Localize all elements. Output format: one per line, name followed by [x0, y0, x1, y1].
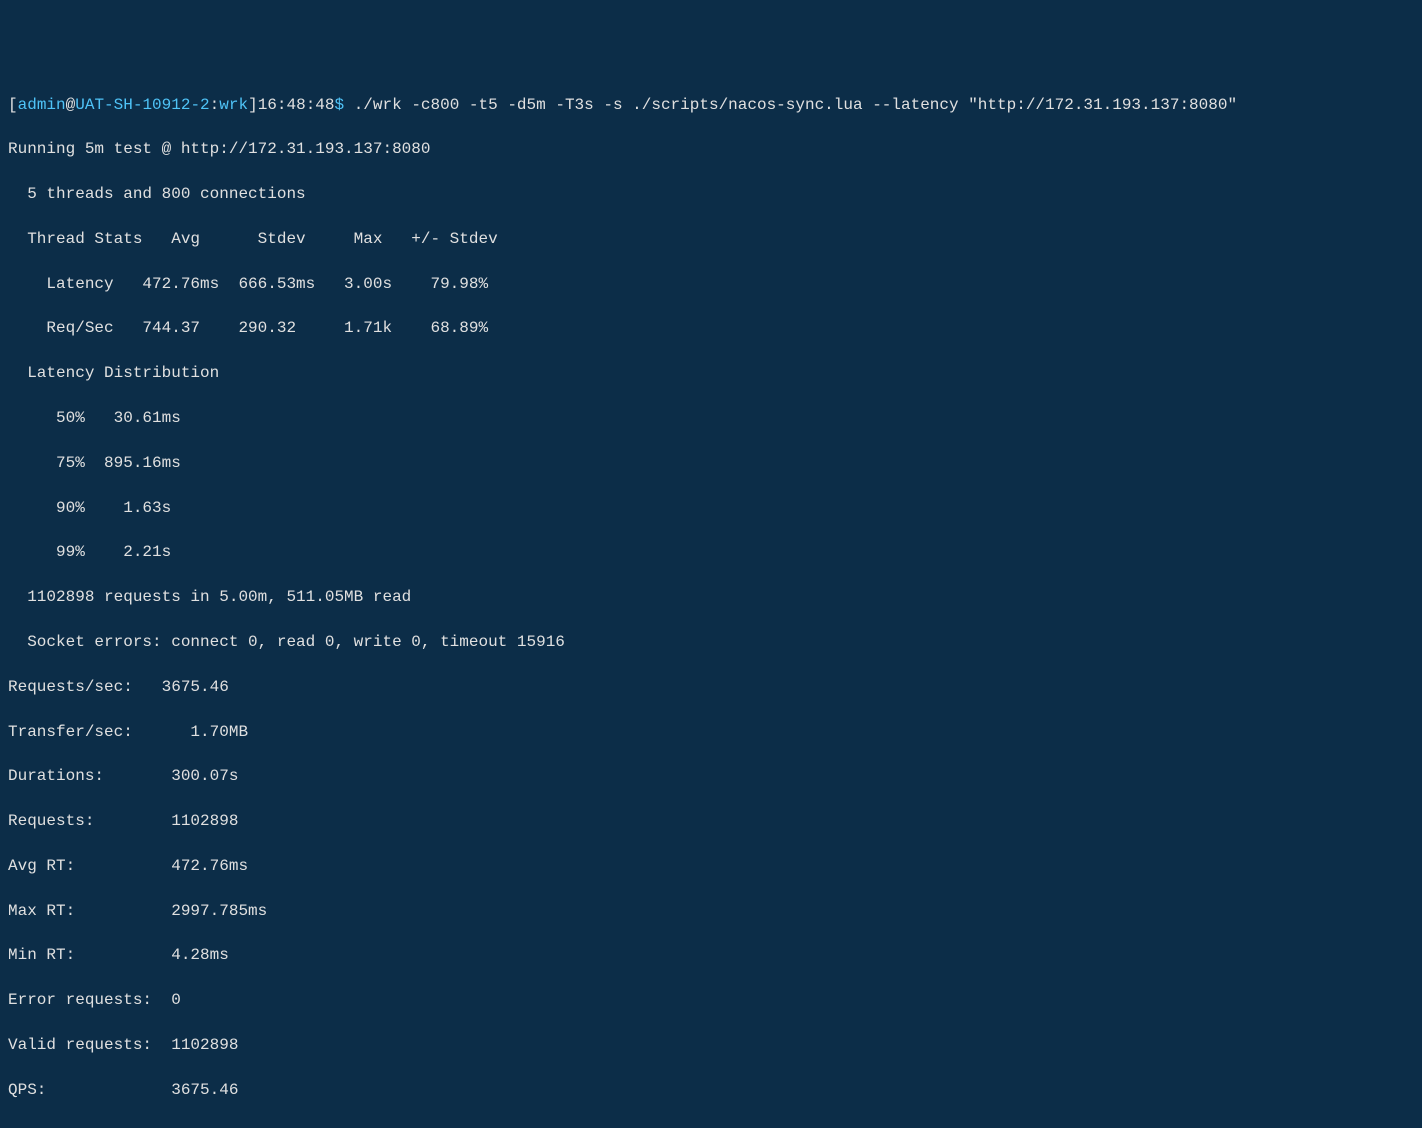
output-reqsec-row: Req/Sec 744.37 290.32 1.71k 68.89%: [8, 317, 1414, 339]
prompt-bracket-close: ]: [248, 94, 258, 116]
output-transfer-per-sec: Transfer/sec: 1.70MB: [8, 721, 1414, 743]
prompt-time: 16:48:48: [258, 94, 335, 116]
output-valid-requests: Valid requests: 1102898: [8, 1034, 1414, 1056]
output-dist-99: 99% 2.21s: [8, 541, 1414, 563]
output-threads: 5 threads and 800 connections: [8, 183, 1414, 205]
output-requests: Requests: 1102898: [8, 810, 1414, 832]
output-latency-row: Latency 472.76ms 666.53ms 3.00s 79.98%: [8, 273, 1414, 295]
prompt-dir: wrk: [219, 94, 248, 116]
output-dist-header: Latency Distribution: [8, 362, 1414, 384]
output-req-per-sec: Requests/sec: 3675.46: [8, 676, 1414, 698]
output-error-requests: Error requests: 0: [8, 989, 1414, 1011]
output-socket-errors: Socket errors: connect 0, read 0, write …: [8, 631, 1414, 653]
output-dist-75: 75% 895.16ms: [8, 452, 1414, 474]
prompt-colon: :: [210, 94, 220, 116]
output-durations: Durations: 300.07s: [8, 765, 1414, 787]
command-text: ./wrk -c800 -t5 -d5m -T3s -s ./scripts/n…: [354, 94, 1237, 116]
output-requests-summary: 1102898 requests in 5.00m, 511.05MB read: [8, 586, 1414, 608]
shell-prompt-line[interactable]: [admin@UAT-SH-10912-2:wrk]16:48:48$ ./wr…: [8, 94, 1414, 116]
prompt-host: UAT-SH-10912-2: [75, 94, 209, 116]
output-max-rt: Max RT: 2997.785ms: [8, 900, 1414, 922]
output-dist-50: 50% 30.61ms: [8, 407, 1414, 429]
output-min-rt: Min RT: 4.28ms: [8, 944, 1414, 966]
output-qps: QPS: 3675.46: [8, 1079, 1414, 1101]
output-dist-90: 90% 1.63s: [8, 497, 1414, 519]
output-avg-rt: Avg RT: 472.76ms: [8, 855, 1414, 877]
prompt-at: @: [66, 94, 76, 116]
prompt-dollar: $: [335, 94, 354, 116]
prompt-bracket-open: [: [8, 94, 18, 116]
output-stats-header: Thread Stats Avg Stdev Max +/- Stdev: [8, 228, 1414, 250]
prompt-user: admin: [18, 94, 66, 116]
output-running: Running 5m test @ http://172.31.193.137:…: [8, 138, 1414, 160]
output-separator: -------------------------------: [8, 1124, 1414, 1128]
